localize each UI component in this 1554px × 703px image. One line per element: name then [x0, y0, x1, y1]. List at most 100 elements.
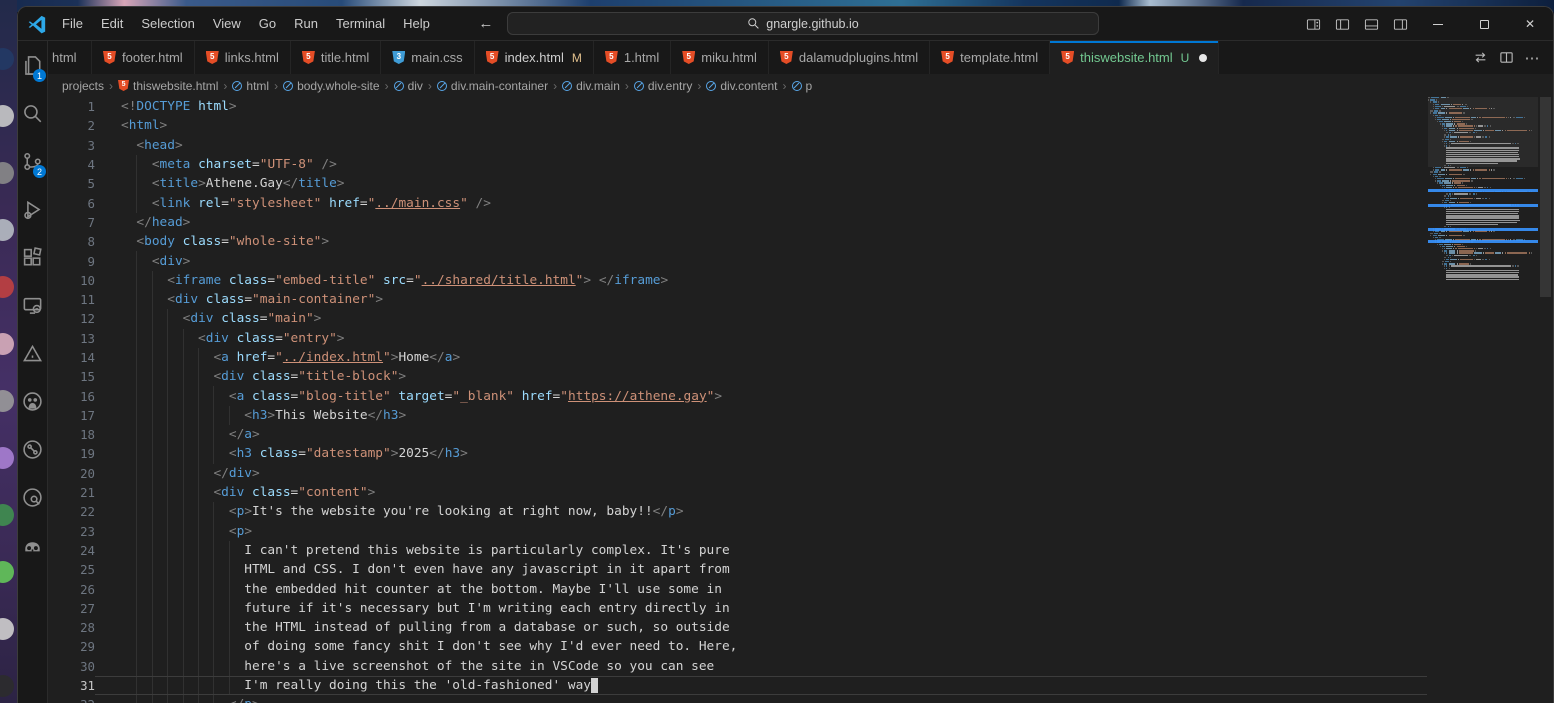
activity-item-extensions[interactable] [18, 233, 47, 281]
menu-item-view[interactable]: View [204, 12, 250, 35]
menu-item-run[interactable]: Run [285, 12, 327, 35]
indent-guide [229, 541, 230, 560]
tab-1-html[interactable]: 51.html [594, 41, 671, 74]
title-bar[interactable]: FileEditSelectionViewGoRunTerminalHelp ←… [18, 7, 1553, 41]
indent-spaces [121, 292, 167, 307]
toggle-primary-sidebar-button[interactable] [1328, 7, 1357, 41]
line-number: 6 [48, 196, 95, 211]
tab-html[interactable]: html [48, 41, 92, 74]
tab-index-html[interactable]: 5index.htmlM [475, 41, 594, 74]
breadcrumb-item-projects[interactable]: projects [62, 79, 104, 93]
activity-item-triangle-logo[interactable] [18, 329, 47, 377]
breadcrumb-item-div-main-container[interactable]: div.main-container [437, 79, 548, 93]
github-icon [22, 391, 43, 412]
toggle-secondary-sidebar-button[interactable] [1386, 7, 1415, 41]
indent-guide [183, 367, 184, 386]
code-line: 31 I'm really doing this the 'old-fashio… [48, 676, 1553, 695]
indent-guide [152, 541, 153, 560]
remote-explorer-icon [22, 295, 43, 316]
close-button[interactable]: ✕ [1507, 7, 1553, 41]
menu-item-help[interactable]: Help [394, 12, 439, 35]
open-changes-button[interactable] [1467, 45, 1493, 71]
breadcrumb-item-div[interactable]: div [394, 79, 423, 93]
vertical-scrollbar[interactable] [1538, 97, 1553, 703]
activity-item-search[interactable] [18, 89, 47, 137]
indent-guide [213, 579, 214, 598]
breadcrumb-item-div-content[interactable]: div.content [706, 79, 777, 93]
tab-label: html [52, 50, 77, 65]
tab-thiswebsite-html[interactable]: 5thiswebsite.htmlU [1050, 41, 1219, 74]
split-editor-button[interactable] [1493, 45, 1519, 71]
code-token: a [237, 389, 245, 404]
breadcrumb-item-div-main[interactable]: div.main [562, 79, 620, 93]
activity-item-gitlens[interactable] [18, 473, 47, 521]
menu-item-file[interactable]: File [53, 12, 92, 35]
code-line: 25 HTML and CSS. I don't even have any j… [48, 560, 1553, 579]
more-actions-button[interactable]: ⋯ [1519, 45, 1545, 71]
maximize-button[interactable] [1461, 7, 1507, 41]
chevron-right-icon: › [553, 79, 557, 93]
code-editor[interactable]: 1<!DOCTYPE html>2<html>3 <head>4 <meta c… [48, 97, 1553, 703]
tab-miku-html[interactable]: 5miku.html [671, 41, 769, 74]
menu-item-selection[interactable]: Selection [132, 12, 203, 35]
tab-title-html[interactable]: 5title.html [291, 41, 381, 74]
activity-item-explorer[interactable]: 1 [18, 41, 47, 89]
code-token: "title-block" [298, 369, 398, 384]
code-token: div [190, 311, 213, 326]
indent-guide [213, 502, 214, 521]
line-content: </div> [95, 464, 1553, 483]
code-token: > [583, 273, 591, 288]
toggle-secondary-sidebar-icon [1393, 17, 1408, 32]
tab-dalamudplugins-html[interactable]: 5dalamudplugins.html [769, 41, 930, 74]
code-token: HTML and CSS. I don't even have any java… [244, 562, 729, 577]
breadcrumb-item-p[interactable]: p [792, 79, 813, 93]
code-token: meta [160, 157, 191, 172]
activity-item-run-debug[interactable] [18, 185, 47, 233]
tab-template-html[interactable]: 5template.html [930, 41, 1050, 74]
menu-item-edit[interactable]: Edit [92, 12, 132, 35]
code-token: > [267, 408, 275, 423]
activity-item-remote-explorer[interactable] [18, 281, 47, 329]
minimize-button[interactable] [1415, 7, 1461, 41]
indent-guide [136, 502, 137, 521]
line-number: 18 [48, 427, 95, 442]
back-icon[interactable]: ← [473, 15, 499, 32]
activity-item-source-control[interactable]: 2 [18, 137, 47, 185]
breadcrumb-item-thiswebsite-html[interactable]: 5thiswebsite.html [118, 79, 218, 93]
indent-guide [198, 618, 199, 637]
scrollbar-thumb[interactable] [1540, 97, 1551, 297]
minimap-highlight [1428, 189, 1538, 192]
indent-guide [213, 444, 214, 463]
code-token: < [152, 176, 160, 191]
indent-guide [183, 541, 184, 560]
tab-main-css[interactable]: 3main.css [381, 41, 474, 74]
indent-guide [167, 348, 168, 367]
indent-guide [152, 579, 153, 598]
code-token: </ [429, 350, 444, 365]
desktop-icon [0, 162, 14, 184]
activity-item-godot-tools[interactable] [18, 521, 47, 569]
activity-item-git-graph[interactable] [18, 425, 47, 473]
breadcrumb-item-html[interactable]: html [232, 79, 269, 93]
activity-badge: 1 [33, 69, 46, 82]
vscode-logo-icon [27, 14, 47, 34]
line-content: <p>It's the website you're looking at ri… [95, 502, 1553, 521]
toggle-panel-button[interactable] [1357, 7, 1386, 41]
indent-guide [198, 444, 199, 463]
code-token: > [398, 408, 406, 423]
command-center-search[interactable]: gnargle.github.io [507, 12, 1099, 35]
menu-item-terminal[interactable]: Terminal [327, 12, 394, 35]
code-token: > [452, 350, 460, 365]
breadcrumb-item-body-whole-site[interactable]: body.whole-site [283, 79, 380, 93]
indent-guide [136, 695, 137, 703]
activity-item-github[interactable] [18, 377, 47, 425]
menu-item-go[interactable]: Go [250, 12, 285, 35]
minimap[interactable] [1428, 97, 1538, 703]
tab-footer-html[interactable]: 5footer.html [92, 41, 195, 74]
customize-layout-button[interactable] [1299, 7, 1328, 41]
indent-spaces [121, 273, 167, 288]
tab-label: main.css [411, 50, 462, 65]
tab-links-html[interactable]: 5links.html [195, 41, 291, 74]
breadcrumb-item-div-entry[interactable]: div.entry [634, 79, 692, 93]
code-token: > [160, 118, 168, 133]
